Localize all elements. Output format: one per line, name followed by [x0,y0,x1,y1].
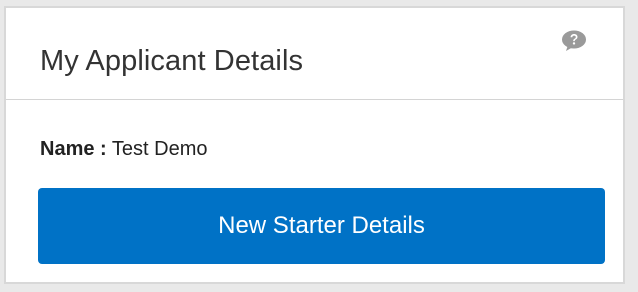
help-icon[interactable] [561,30,587,52]
question-bubble-icon [562,30,586,51]
panel-header: My Applicant Details [6,8,623,100]
applicant-name-line: Name : Test Demo [40,136,208,162]
applicant-details-panel: My Applicant Details Name : Test Demo Ne… [4,6,625,284]
name-value: Test Demo [111,138,208,160]
panel-title: My Applicant Details [40,45,304,77]
new-starter-details-button[interactable]: New Starter Details [38,188,605,264]
panel-body: Name : Test Demo New Starter Details [6,100,623,284]
name-label: Name : [40,138,107,160]
